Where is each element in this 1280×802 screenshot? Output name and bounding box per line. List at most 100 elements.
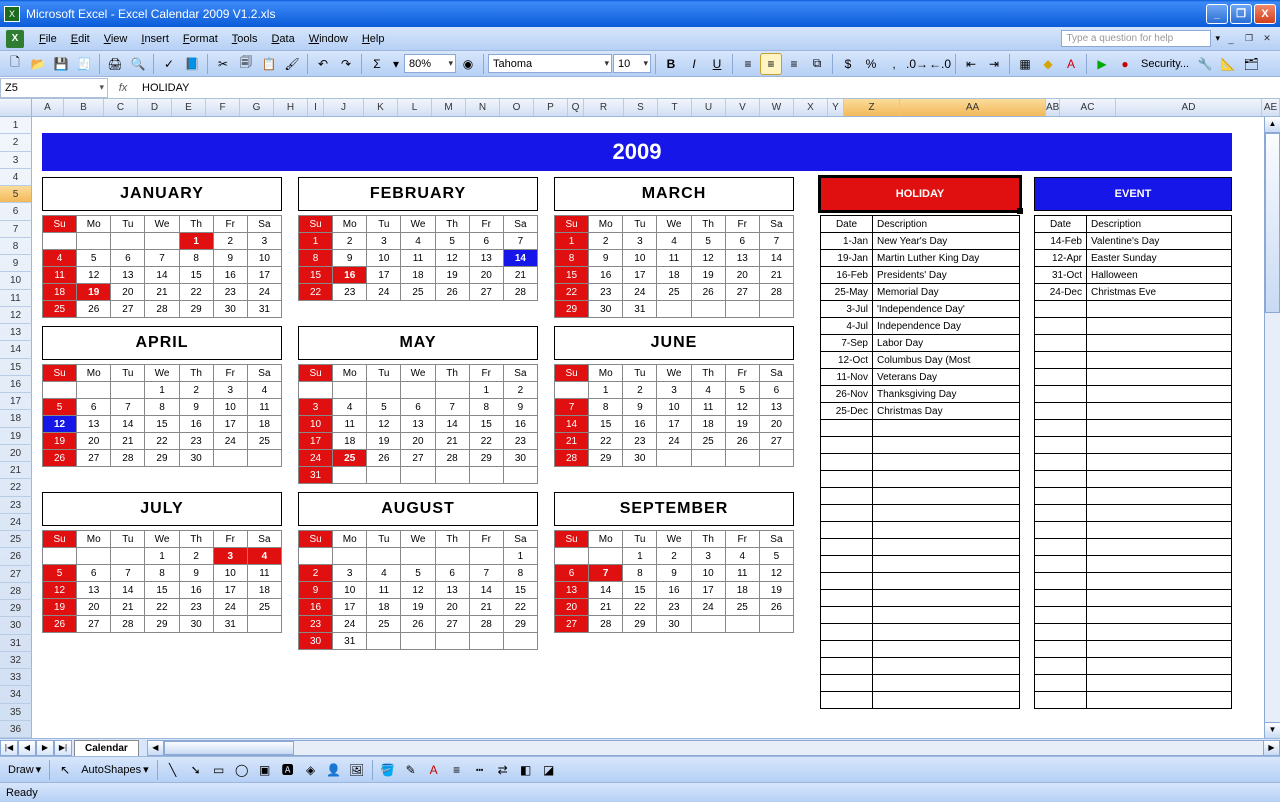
- day-cell[interactable]: 13: [555, 582, 589, 599]
- date-cell[interactable]: [821, 454, 873, 471]
- day-cell[interactable]: 20: [77, 433, 111, 450]
- row-header-5[interactable]: 5: [0, 186, 32, 203]
- day-cell[interactable]: 21: [111, 599, 145, 616]
- date-cell[interactable]: 12-Apr: [1035, 250, 1087, 267]
- fx-icon[interactable]: fx: [108, 82, 138, 94]
- day-cell[interactable]: 10: [367, 250, 401, 267]
- row-header-9[interactable]: 9: [0, 255, 32, 272]
- wordart-button[interactable]: 🅰: [277, 759, 299, 781]
- desc-cell[interactable]: [1087, 641, 1232, 658]
- day-cell[interactable]: 27: [77, 616, 111, 633]
- day-cell[interactable]: 27: [77, 450, 111, 467]
- date-cell[interactable]: [821, 607, 873, 624]
- day-cell[interactable]: 4: [367, 565, 401, 582]
- date-cell[interactable]: [1035, 420, 1087, 437]
- day-cell[interactable]: 19: [759, 582, 793, 599]
- col-header-W[interactable]: W: [760, 99, 794, 116]
- day-cell[interactable]: 3: [213, 382, 247, 399]
- day-cell[interactable]: 2: [657, 548, 691, 565]
- day-cell[interactable]: 5: [759, 548, 793, 565]
- day-cell[interactable]: 25: [367, 616, 401, 633]
- desc-cell[interactable]: [1087, 573, 1232, 590]
- day-cell[interactable]: 1: [623, 548, 657, 565]
- desc-cell[interactable]: Easter Sunday: [1087, 250, 1232, 267]
- desc-cell[interactable]: [873, 675, 1020, 692]
- day-cell[interactable]: 8: [623, 565, 657, 582]
- col-header-Q[interactable]: Q: [568, 99, 584, 116]
- date-cell[interactable]: 25-May: [821, 284, 873, 301]
- day-cell[interactable]: 14: [555, 416, 589, 433]
- help-button[interactable]: ◉: [457, 53, 479, 75]
- research-button[interactable]: 📘: [181, 53, 203, 75]
- day-cell[interactable]: 17: [333, 599, 367, 616]
- cut-button[interactable]: ✂: [212, 53, 234, 75]
- date-cell[interactable]: [821, 471, 873, 488]
- 3d-button[interactable]: ◪: [538, 759, 560, 781]
- day-cell[interactable]: 29: [145, 450, 179, 467]
- day-cell[interactable]: 9: [503, 399, 537, 416]
- date-cell[interactable]: [1035, 539, 1087, 556]
- date-cell[interactable]: 16-Feb: [821, 267, 873, 284]
- day-cell[interactable]: 3: [213, 548, 247, 565]
- tab-first-button[interactable]: |◀: [0, 740, 18, 756]
- day-cell[interactable]: 11: [333, 416, 367, 433]
- day-cell[interactable]: 13: [469, 250, 503, 267]
- date-cell[interactable]: [821, 522, 873, 539]
- day-cell[interactable]: 14: [469, 582, 503, 599]
- day-cell[interactable]: 24: [657, 433, 691, 450]
- date-cell[interactable]: [821, 420, 873, 437]
- day-cell[interactable]: 6: [469, 233, 503, 250]
- name-box[interactable]: Z5: [0, 78, 108, 98]
- day-cell[interactable]: 27: [111, 301, 145, 318]
- date-cell[interactable]: [1035, 471, 1087, 488]
- row-header-28[interactable]: 28: [0, 583, 32, 600]
- desc-cell[interactable]: [1087, 692, 1232, 709]
- desc-cell[interactable]: [1087, 488, 1232, 505]
- day-cell[interactable]: 15: [623, 582, 657, 599]
- underline-button[interactable]: U: [706, 53, 728, 75]
- desc-cell[interactable]: [1087, 607, 1232, 624]
- day-cell[interactable]: 12: [725, 399, 759, 416]
- day-cell[interactable]: 26: [43, 450, 77, 467]
- date-cell[interactable]: 3-Jul: [821, 301, 873, 318]
- font-color-button[interactable]: A: [1060, 53, 1082, 75]
- day-cell[interactable]: 24: [213, 599, 247, 616]
- date-cell[interactable]: 1-Jan: [821, 233, 873, 250]
- day-cell[interactable]: 29: [589, 450, 623, 467]
- menu-insert[interactable]: Insert: [134, 30, 176, 48]
- day-cell[interactable]: 22: [589, 433, 623, 450]
- day-cell[interactable]: 16: [213, 267, 247, 284]
- day-cell[interactable]: 24: [691, 599, 725, 616]
- day-cell[interactable]: 4: [725, 548, 759, 565]
- day-cell[interactable]: 5: [725, 382, 759, 399]
- day-cell[interactable]: 27: [401, 450, 435, 467]
- day-cell[interactable]: 27: [435, 616, 469, 633]
- day-cell[interactable]: 20: [401, 433, 435, 450]
- day-cell[interactable]: 21: [145, 284, 179, 301]
- date-cell[interactable]: [821, 692, 873, 709]
- desc-cell[interactable]: Christmas Eve: [1087, 284, 1232, 301]
- row-header-10[interactable]: 10: [0, 272, 32, 289]
- day-cell[interactable]: 31: [213, 616, 247, 633]
- day-cell[interactable]: 26: [77, 301, 111, 318]
- mdi-minimize-button[interactable]: _: [1224, 32, 1238, 46]
- day-cell[interactable]: 9: [179, 399, 213, 416]
- scroll-left-button[interactable]: ◀: [148, 741, 164, 755]
- day-cell[interactable]: 12: [43, 582, 77, 599]
- format-painter-button[interactable]: 🖌: [281, 53, 303, 75]
- day-cell[interactable]: 20: [435, 599, 469, 616]
- font-color-draw-button[interactable]: A: [423, 759, 445, 781]
- mdi-close-button[interactable]: ✕: [1260, 32, 1274, 46]
- day-cell[interactable]: 2: [503, 382, 537, 399]
- day-cell[interactable]: 12: [367, 416, 401, 433]
- desc-cell[interactable]: [1087, 505, 1232, 522]
- day-cell[interactable]: 23: [179, 599, 213, 616]
- day-cell[interactable]: 19: [691, 267, 725, 284]
- day-cell[interactable]: 13: [77, 582, 111, 599]
- day-cell[interactable]: 27: [725, 284, 759, 301]
- row-header-29[interactable]: 29: [0, 600, 32, 617]
- desc-cell[interactable]: 'Independence Day': [873, 301, 1020, 318]
- day-cell[interactable]: 19: [77, 284, 111, 301]
- row-header-31[interactable]: 31: [0, 635, 32, 652]
- desc-cell[interactable]: [1087, 471, 1232, 488]
